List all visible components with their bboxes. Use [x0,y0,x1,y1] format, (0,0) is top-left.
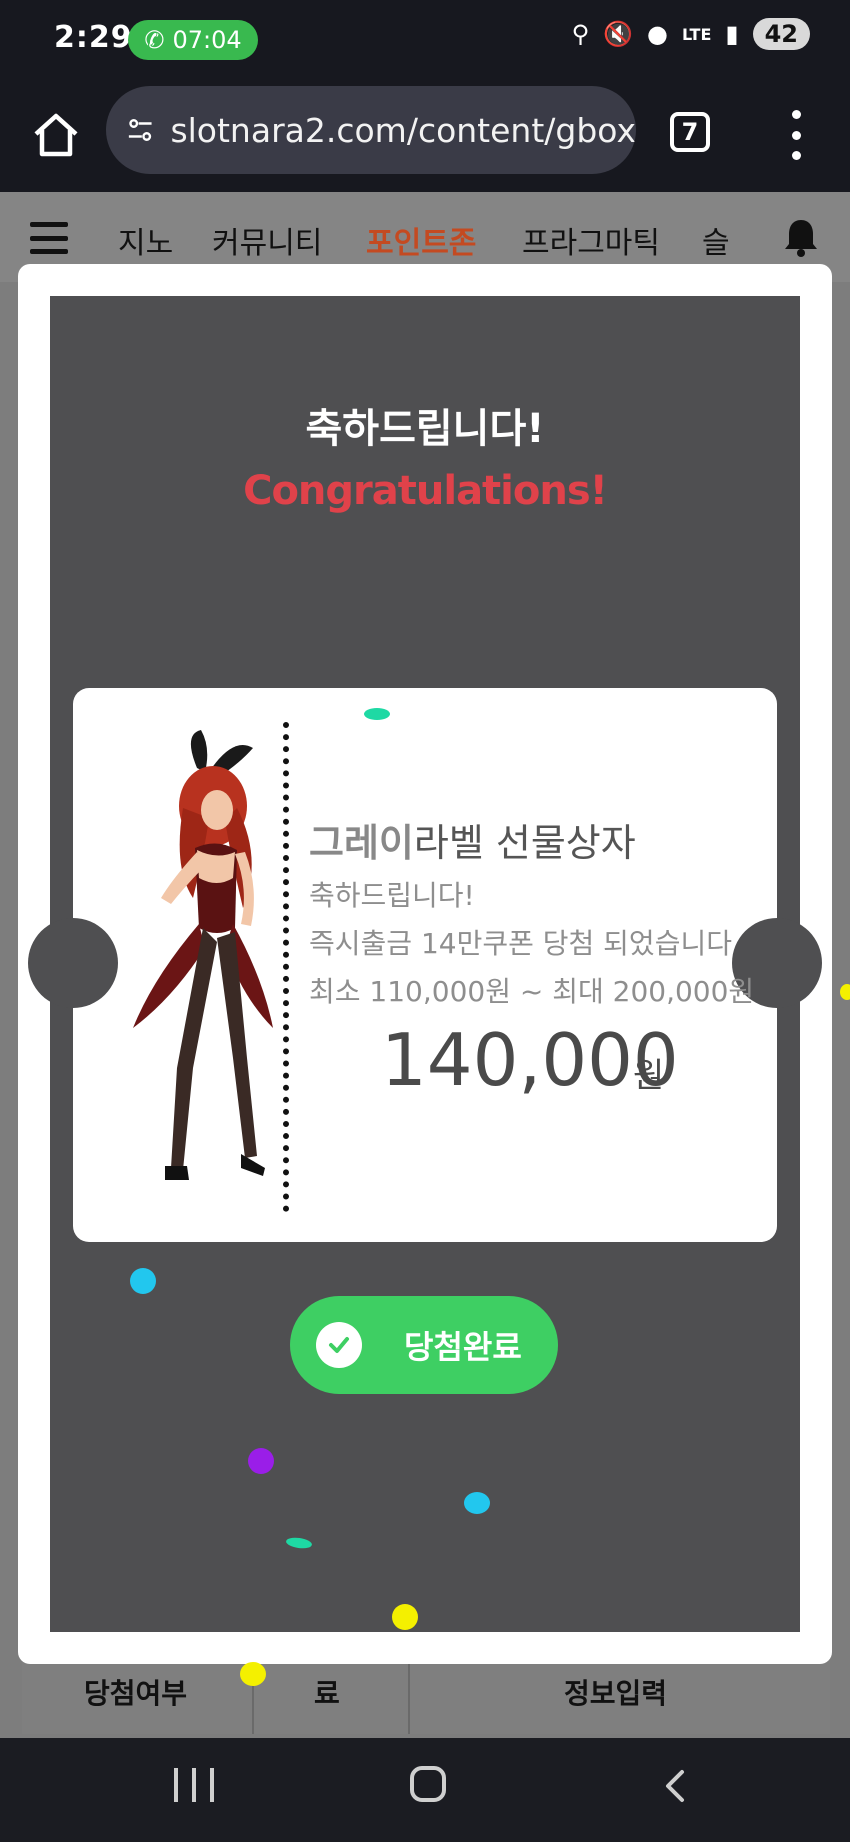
nav-item-slot[interactable]: 슬 [702,218,730,262]
prize-description: 즉시출금 14만쿠폰 당첨 되었습니다 [309,927,732,960]
call-timer-pill[interactable]: ✆ 07:04 [128,20,258,60]
character-illustration [133,730,273,1180]
cell-fee: 료 [314,1677,340,1710]
claim-complete-button[interactable]: 당첨완료 [290,1296,558,1394]
confetti-piece [248,1448,274,1474]
nav-item-pointzone[interactable]: 포인트존 [366,218,476,262]
confetti-piece [464,1492,490,1514]
hamburger-icon[interactable] [30,222,68,254]
status-time: 2:29 [54,20,133,55]
prize-amount-unit: 원 [633,1056,665,1096]
home-icon[interactable] [30,108,82,160]
ticket-perforation [283,722,289,1212]
network-label: LTE [681,24,712,44]
address-bar[interactable]: slotnara2.com/content/gbox [106,86,636,174]
url-text: slotnara2.com/content/gbox [170,110,636,150]
nav-item-jino[interactable]: 지노 [118,218,173,262]
browser-menu-icon[interactable] [786,110,806,160]
location-icon: ● [647,20,668,48]
confetti-piece [392,1604,418,1630]
home-nav-icon[interactable] [410,1766,446,1802]
confetti-piece [364,708,390,720]
bell-icon[interactable] [780,216,822,258]
recents-icon[interactable] [174,1768,214,1808]
prize-ticket: 그레이라벨 선물상자 축하드립니다! 즉시출금 14만쿠폰 당첨 되었습니다 최… [28,688,822,1242]
cell-win-status: 당첨여부 [84,1677,188,1710]
claim-complete-label: 당첨완료 [404,1328,522,1366]
confetti-piece [840,984,850,1000]
site-table-row: 당첨여부 료 정보입력 [22,1652,830,1734]
nav-item-pragmatic[interactable]: 프라그마틱 [522,218,660,262]
prize-range: 최소 110,000원 ~ 최대 200,000원 [309,975,755,1008]
phone-icon: ✆ [144,26,165,54]
cell-divider [408,1654,410,1734]
key-icon: ⚲ [571,20,590,48]
nav-item-community[interactable]: 커뮤니티 [212,218,322,262]
mute-icon: 🔇 [603,20,634,48]
prize-title-rest: 라벨 선물상자 [413,821,636,865]
congrats-heading-en: Congratulations! [243,468,608,514]
tab-switcher-button[interactable]: 7 [670,112,710,152]
battery-indicator: 42 [752,18,810,50]
confetti-piece [240,1662,266,1686]
prize-title: 그레이라벨 선물상자 [309,812,636,867]
cell-info-input: 정보입력 [564,1677,668,1710]
ticket-notch-left [28,918,118,1008]
system-nav-bar [0,1738,850,1842]
prize-modal-content: 축하드립니다! Congratulations! 그레이라벨 선물상자 축하드립… [28,296,822,1632]
confetti-piece [285,1536,313,1550]
site-settings-icon[interactable] [124,110,156,150]
check-icon [316,1322,362,1368]
browser-toolbar: slotnara2.com/content/gbox 7 [0,82,850,192]
prize-congrats-text: 축하드립니다! [309,879,475,912]
congrats-heading-ko: 축하드립니다! [305,406,545,452]
call-timer: 07:04 [172,26,242,54]
status-bar: 2:29 ✆ 07:04 ⚲ 🔇 ● LTE ▮ 42 [0,0,850,82]
status-icons: ⚲ 🔇 ● LTE ▮ 42 [572,18,810,50]
signal-icon: ▮ [725,20,739,48]
back-icon[interactable] [656,1766,696,1806]
confetti-piece [130,1268,156,1294]
prize-title-highlight: 그레이 [309,821,414,865]
